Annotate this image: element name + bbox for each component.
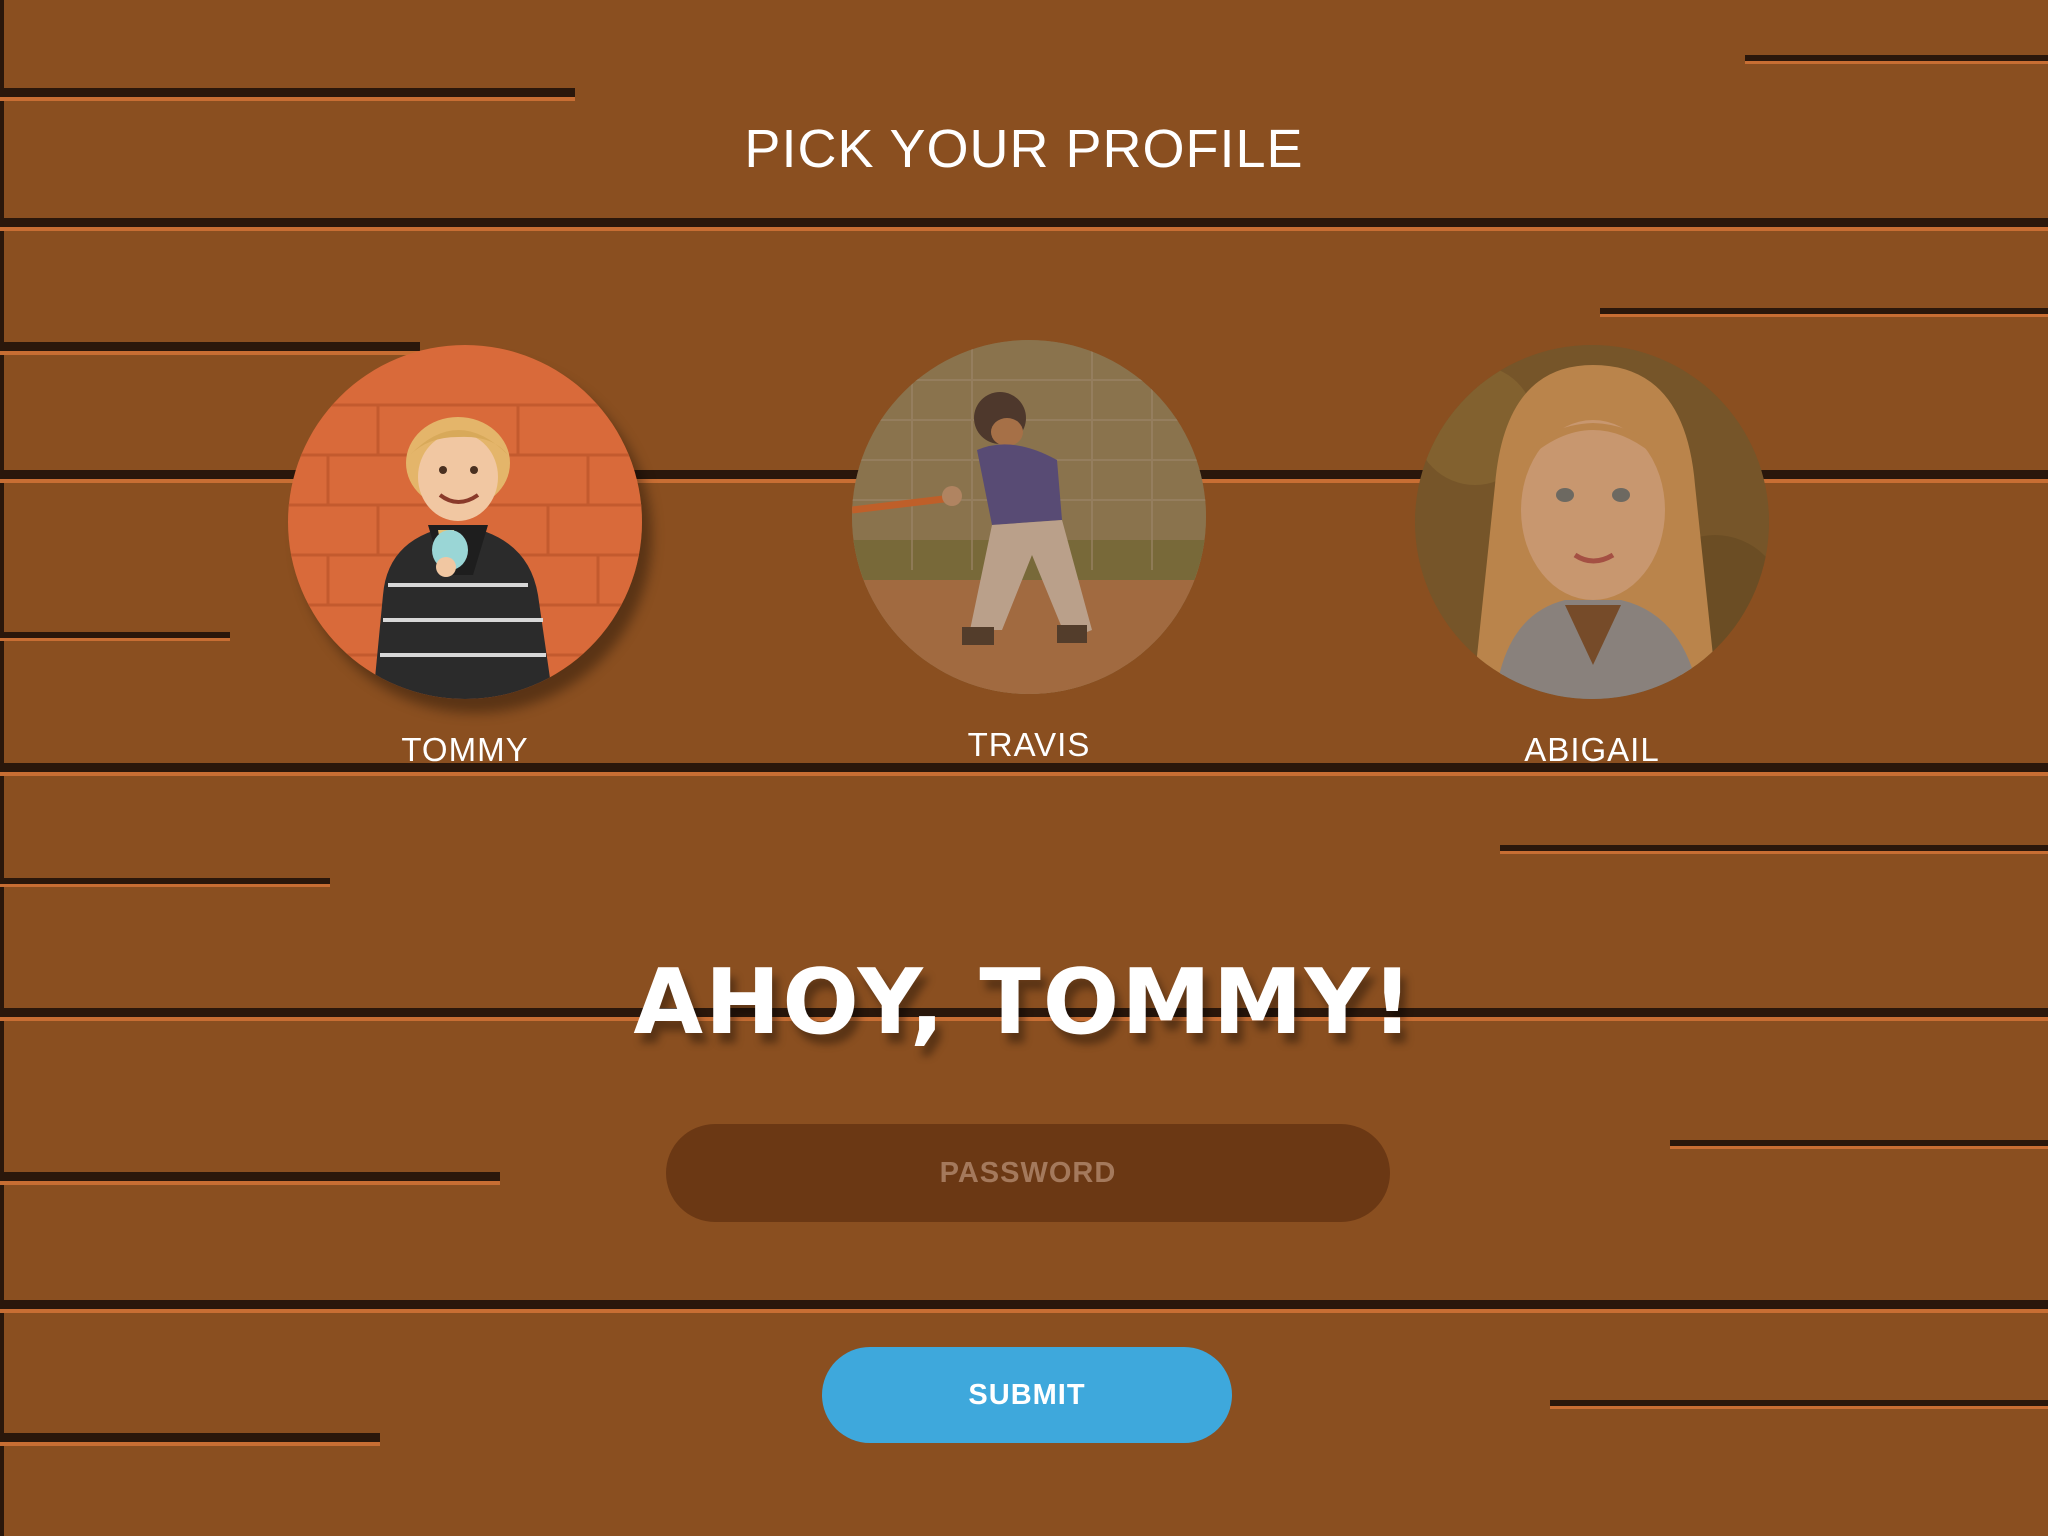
profile-abigail[interactable]: ABIGAIL <box>1415 345 1769 769</box>
profile-name: TOMMY <box>401 731 529 768</box>
profile-travis[interactable]: TRAVIS <box>852 340 1206 764</box>
profile-photo-abigail <box>1415 345 1769 699</box>
wood-grain-line <box>1600 308 2048 317</box>
avatar[interactable] <box>852 340 1206 694</box>
profile-photo-tommy <box>288 345 642 699</box>
avatar[interactable] <box>288 345 642 699</box>
profile-tommy[interactable]: TOMMY <box>288 345 642 769</box>
wood-grain-line <box>0 218 2048 231</box>
profile-name: ABIGAIL <box>1524 731 1660 768</box>
submit-button[interactable]: SUBMIT <box>822 1347 1232 1443</box>
profile-name: TRAVIS <box>967 726 1091 763</box>
wood-grain-line <box>0 878 330 887</box>
wood-grain-line <box>0 1172 500 1185</box>
wood-grain-line <box>1550 1400 2048 1409</box>
wood-grain-line <box>1670 1140 2048 1149</box>
wood-grain-line <box>0 1433 380 1446</box>
wood-grain-line <box>0 88 575 101</box>
wood-grain-line <box>1745 55 2048 64</box>
login-screen: PICK YOUR PROFILE TOMMY TRAVIS ABIGAIL A… <box>0 0 2048 1536</box>
profile-photo-travis <box>852 340 1206 694</box>
password-input[interactable] <box>666 1124 1390 1222</box>
greeting-heading: AHOY, TOMMY! <box>633 950 1415 1055</box>
page-title: PICK YOUR PROFILE <box>744 119 1304 179</box>
wood-grain-line <box>0 1300 2048 1313</box>
wood-grain-line <box>1500 845 2048 854</box>
wood-grain-line <box>0 632 230 641</box>
avatar[interactable] <box>1415 345 1769 699</box>
